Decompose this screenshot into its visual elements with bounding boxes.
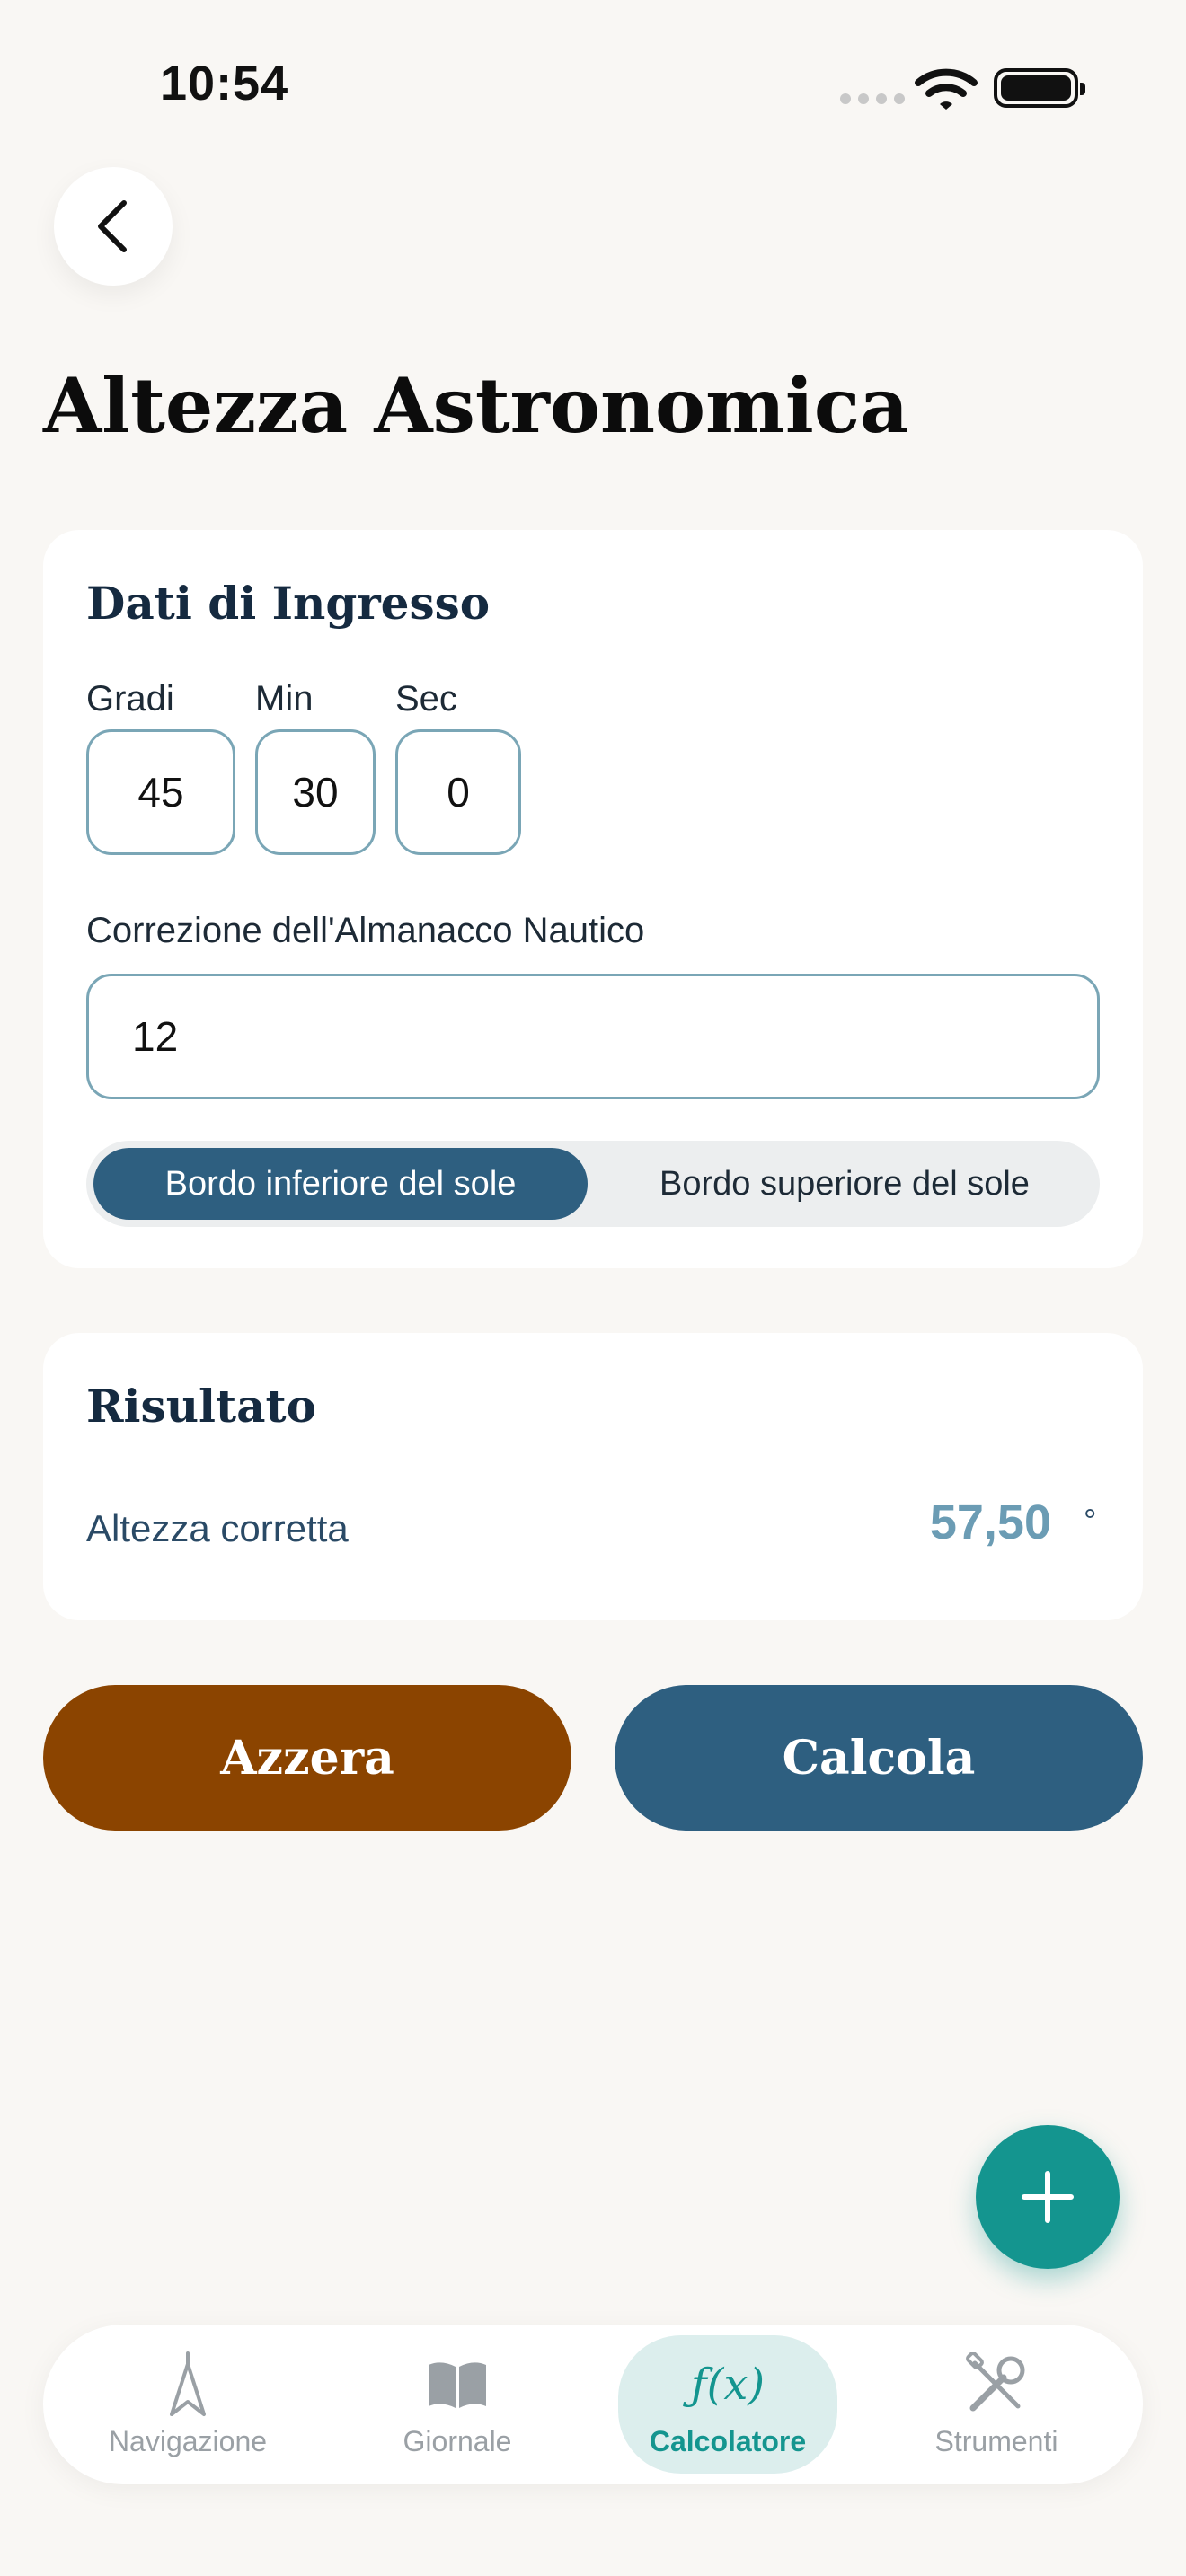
calculate-button[interactable]: Calcola (615, 1685, 1143, 1831)
seconds-label: Sec (395, 679, 457, 719)
result-value: 57,50 (929, 1495, 1051, 1549)
result-card (43, 1333, 1143, 1620)
minutes-label: Min (255, 679, 314, 719)
degrees-label: Gradi (86, 679, 174, 719)
result-section-title: Risultato (86, 1380, 316, 1433)
segment-upper-limb[interactable]: Bordo superiore del sole (593, 1148, 1096, 1220)
wifi-icon (915, 68, 978, 110)
status-time: 10:54 (160, 57, 289, 110)
battery-icon (994, 68, 1085, 108)
degrees-input[interactable]: 45 (86, 729, 235, 855)
seconds-input[interactable]: 0 (395, 729, 521, 855)
result-unit: ° (1084, 1502, 1097, 1539)
tab-calcolatore[interactable]: ƒ(x) Calcolatore (618, 2335, 837, 2474)
book-icon (429, 2361, 486, 2408)
cellular-signal-icon (840, 93, 905, 104)
minutes-input[interactable]: 30 (255, 729, 376, 855)
tab-giornale[interactable]: Giornale (363, 2335, 552, 2474)
segment-lower-limb[interactable]: Bordo inferiore del sole (93, 1148, 588, 1220)
tab-strumenti[interactable]: Strumenti (902, 2335, 1091, 2474)
plus-icon (1022, 2171, 1074, 2223)
tab-label: Calcolatore (649, 2424, 807, 2457)
tab-label: Strumenti (934, 2424, 1058, 2457)
add-button[interactable] (976, 2125, 1120, 2269)
reset-button[interactable]: Azzera (43, 1685, 571, 1831)
result-label: Altezza corretta (86, 1507, 349, 1549)
correction-input[interactable]: 12 (86, 974, 1100, 1099)
chevron-left-icon (98, 200, 127, 252)
correction-label: Correzione dell'Almanacco Nautico (86, 911, 645, 950)
back-button[interactable] (54, 167, 173, 286)
tab-label: Navigazione (108, 2424, 268, 2457)
function-icon: ƒ(x) (690, 2359, 766, 2410)
input-section-title: Dati di Ingresso (86, 577, 491, 630)
tab-label: Giornale (403, 2424, 512, 2457)
navigation-icon (170, 2351, 206, 2416)
page-title: Altezza Astronomica (43, 361, 909, 450)
tab-navigazione[interactable]: Navigazione (93, 2335, 282, 2474)
tools-icon (966, 2351, 1025, 2411)
